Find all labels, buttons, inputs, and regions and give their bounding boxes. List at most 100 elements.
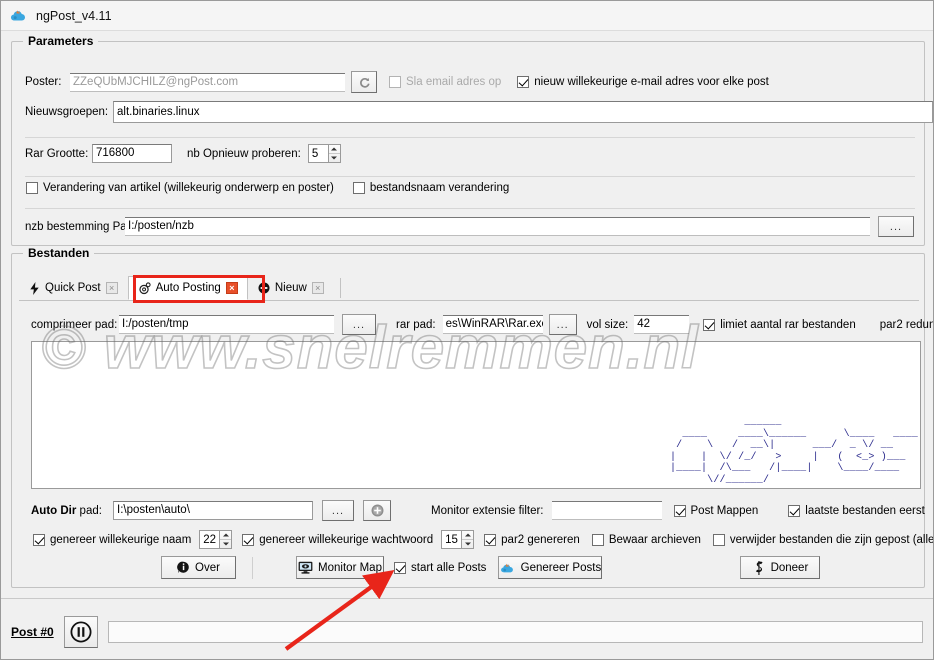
- donate-label: Doneer: [770, 561, 809, 574]
- random-name-spin-buttons[interactable]: [219, 530, 233, 549]
- start-all-posts-checkbox[interactable]: start alle Posts: [394, 561, 486, 574]
- random-pass-length-spinner[interactable]: 15: [441, 530, 475, 549]
- tab-auto-posting[interactable]: Auto Posting ×: [127, 276, 248, 300]
- nzb-path-input[interactable]: I:/posten/nzb: [125, 217, 870, 236]
- refresh-icon: [358, 76, 371, 89]
- tab-nieuw[interactable]: Nieuw ×: [248, 276, 334, 300]
- newsgroups-row: Nieuwsgroepen: alt.binaries.linux: [25, 101, 933, 123]
- monitor-filter-input[interactable]: [551, 501, 662, 520]
- new-random-email-label: nieuw willekeurige e-mail adres voor elk…: [534, 76, 769, 88]
- auto-dir-path-input[interactable]: I:\posten\auto\: [113, 501, 313, 520]
- keep-archives-label: Bewaar archieven: [608, 533, 701, 546]
- auto-dir-browse-label: ...: [331, 504, 345, 517]
- random-name-checkbox[interactable]: genereer willekeurige naam: [33, 533, 192, 546]
- delete-posted-checkbox[interactable]: verwijder bestanden die zijn gepost (all…: [712, 533, 933, 546]
- compress-browse-label: ...: [352, 318, 366, 331]
- tab-separator: [339, 278, 341, 298]
- keep-archives-checkbox[interactable]: Bewaar archieven: [591, 533, 701, 546]
- post-folders-checkbox[interactable]: Post Mappen: [673, 504, 758, 517]
- limit-rar-checkbox[interactable]: limiet aantal rar bestanden: [703, 318, 856, 331]
- newsgroups-input[interactable]: alt.binaries.linux: [113, 101, 933, 123]
- par2-generate-box: [484, 533, 497, 546]
- random-pass-checkbox[interactable]: genereer willekeurige wachtwoord: [242, 533, 434, 546]
- donate-icon: [753, 560, 766, 575]
- nzb-path-label: nzb bestemming Pad:: [25, 220, 137, 233]
- random-pass-spin-buttons[interactable]: [461, 530, 475, 549]
- rar-path-input[interactable]: es\WinRAR\Rar.exe: [442, 315, 543, 334]
- divider-1: [25, 137, 915, 138]
- post-label[interactable]: Post #0: [11, 625, 54, 639]
- vol-size-label: vol size:: [586, 318, 629, 331]
- divider-3: [25, 208, 915, 209]
- par2-generate-label: par2 genereren: [501, 533, 580, 546]
- limit-rar-box: [703, 318, 716, 331]
- filename-change-checkbox[interactable]: bestandsnaam verandering: [352, 182, 509, 194]
- random-name-length-spinner[interactable]: 22: [199, 530, 233, 549]
- parameters-group-title: Parameters: [23, 34, 99, 48]
- monitor-icon: [298, 561, 313, 574]
- refresh-email-button[interactable]: [351, 71, 377, 93]
- new-random-email-checkbox[interactable]: nieuw willekeurige e-mail adres voor elk…: [517, 76, 769, 88]
- about-button[interactable]: Over: [161, 556, 236, 579]
- rar-browse-button[interactable]: ...: [548, 314, 577, 335]
- retry-label: nb Opnieuw proberen:: [187, 147, 301, 160]
- new-random-email-box: [517, 76, 530, 88]
- donate-button[interactable]: Doneer: [740, 556, 821, 579]
- tab-auto-posting-close[interactable]: ×: [225, 282, 238, 294]
- post-status-bar: Post #0: [1, 607, 933, 657]
- cloud-icon: [10, 7, 28, 25]
- random-name-label: genereer willekeurige naam: [50, 533, 192, 546]
- post-progress-bar: [107, 621, 923, 643]
- keep-archives-box: [591, 533, 604, 546]
- tab-strip: Quick Post × Auto Posting × Nieuw ×: [19, 275, 919, 301]
- random-name-length-value[interactable]: 22: [199, 530, 220, 549]
- rar-size-input[interactable]: 716800: [92, 144, 172, 163]
- auto-dir-label-rest: pad:: [76, 504, 102, 517]
- files-group-title: Bestanden: [23, 246, 95, 260]
- par2-generate-checkbox[interactable]: par2 genereren: [484, 533, 580, 546]
- compress-path-input[interactable]: I:/posten/tmp: [119, 315, 334, 334]
- nzb-browse-button[interactable]: ...: [878, 216, 914, 237]
- cloud-icon: [500, 561, 516, 575]
- pause-button[interactable]: [63, 616, 98, 648]
- tab-quick-post[interactable]: Quick Post ×: [19, 276, 128, 300]
- auto-dir-add-button[interactable]: [363, 500, 391, 521]
- gear-icon: [138, 281, 151, 295]
- article-options-row: Verandering van artikel (willekeurig ond…: [26, 182, 509, 194]
- monitor-map-button[interactable]: Monitor Map: [296, 556, 384, 579]
- auto-dir-browse-button[interactable]: ...: [322, 500, 354, 521]
- monitor-filter-label: Monitor extensie filter:: [431, 504, 544, 517]
- random-pass-length-value[interactable]: 15: [441, 530, 462, 549]
- random-pass-label: genereer willekeurige wachtwoord: [259, 533, 434, 546]
- article-change-checkbox[interactable]: Verandering van artikel (willekeurig ond…: [26, 182, 334, 194]
- newest-first-checkbox[interactable]: laatste bestanden eerst: [788, 504, 925, 517]
- pause-icon: [70, 621, 92, 643]
- generate-posts-button[interactable]: Genereer Posts: [498, 556, 603, 579]
- retry-spinner[interactable]: 5: [307, 144, 341, 163]
- retry-value[interactable]: 5: [307, 144, 328, 163]
- save-email-checkbox[interactable]: Sla email adres op: [389, 76, 501, 88]
- article-change-label: Verandering van artikel (willekeurig ond…: [43, 182, 334, 194]
- actions-row: Over Monitor Map start alle Posts Genere…: [161, 556, 821, 579]
- tab-nieuw-close[interactable]: ×: [311, 282, 324, 294]
- vol-size-input[interactable]: 42: [634, 315, 690, 334]
- auto-dir-label-bold: Auto Dir: [31, 504, 77, 517]
- start-all-posts-box: [394, 561, 406, 574]
- rar-path-label: rar pad:: [396, 318, 436, 331]
- delete-posted-box: [712, 533, 725, 546]
- filename-change-box: [352, 182, 365, 194]
- save-email-box: [389, 76, 401, 88]
- log-textarea[interactable]: ______ ____ ____\______ \____ ____ / \ /…: [31, 341, 921, 489]
- random-name-box: [33, 533, 45, 546]
- retry-spin-buttons[interactable]: [327, 144, 341, 163]
- actions-separator: [252, 556, 253, 579]
- newest-first-box: [788, 504, 801, 517]
- compress-path-label: comprimeer pad:: [31, 318, 118, 331]
- tab-quick-post-close[interactable]: ×: [105, 282, 118, 294]
- nzb-browse-label: ...: [889, 220, 903, 233]
- poster-input[interactable]: ZZeQUbMJCHILZ@ngPost.com: [70, 72, 345, 92]
- poster-row: Poster: ZZeQUbMJCHILZ@ngPost.com Sla ema…: [25, 71, 769, 93]
- divider-2: [25, 176, 915, 177]
- compress-browse-button[interactable]: ...: [342, 314, 376, 335]
- rar-size-row: Rar Grootte: 716800 nb Opnieuw proberen:…: [25, 144, 341, 163]
